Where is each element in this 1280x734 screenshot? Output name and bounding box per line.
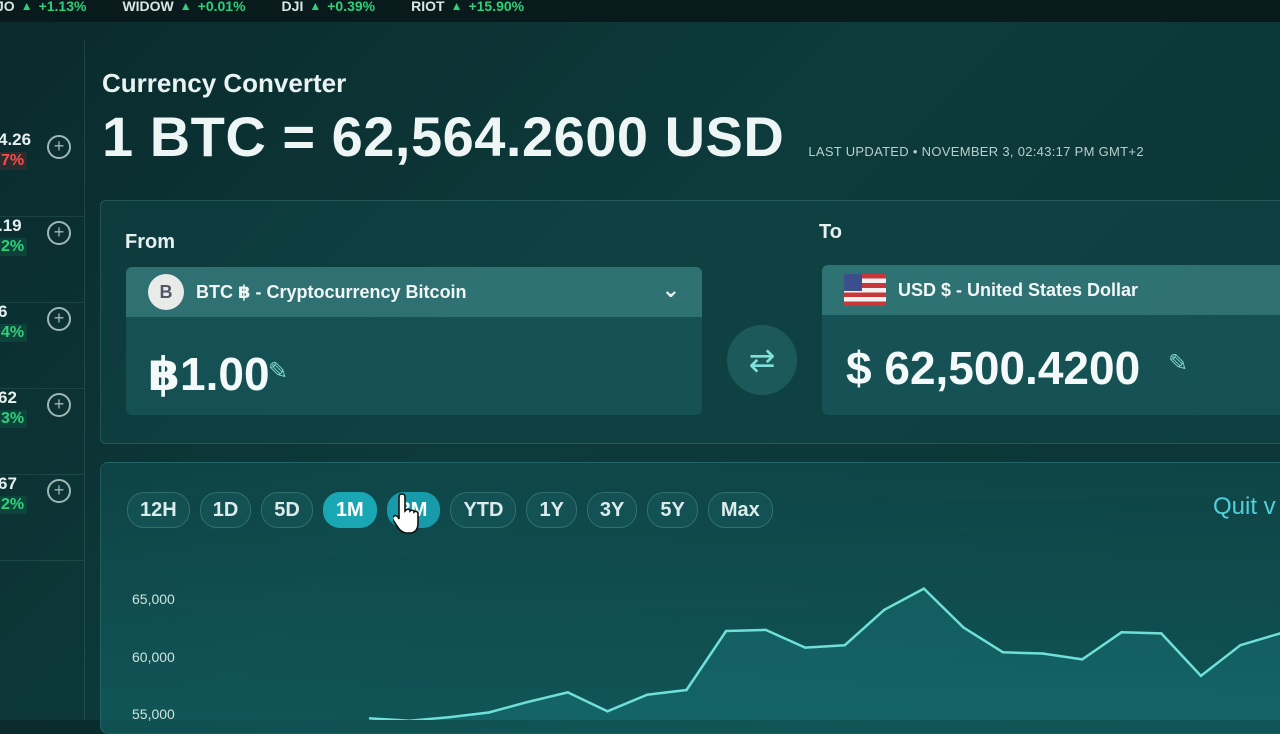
from-amount[interactable]: ฿1.00 bbox=[148, 347, 270, 401]
ticker-symbol: JO bbox=[0, 0, 15, 14]
chevron-down-icon[interactable]: ⌄ bbox=[662, 277, 680, 303]
range-button-1m[interactable]: 1M bbox=[322, 492, 377, 528]
range-selector: 12H 1D 5D 1M 3M YTD 1Y 3Y 5Y Max bbox=[127, 492, 773, 528]
ticker-item[interactable]: DJI ▲ +0.39% bbox=[282, 0, 376, 14]
quit-link[interactable]: Quit v bbox=[1213, 493, 1276, 521]
from-box: B BTC ฿ - Cryptocurrency Bitcoin ⌄ ฿1.00… bbox=[126, 267, 702, 415]
up-arrow-icon: ▲ bbox=[179, 0, 192, 13]
hand-cursor-icon bbox=[393, 493, 419, 534]
range-button-5d[interactable]: 5D bbox=[261, 492, 313, 528]
range-button-1d[interactable]: 1D bbox=[199, 492, 252, 528]
to-amount[interactable]: $ 62,500.4200 bbox=[846, 341, 1140, 395]
watchlist-change: 2% bbox=[0, 238, 28, 256]
watchlist-price: 6 bbox=[0, 302, 8, 321]
watchlist-row[interactable]: .19 2% + bbox=[0, 216, 84, 303]
ticker-change: +0.01% bbox=[197, 0, 246, 14]
watchlist-change: 4% bbox=[0, 324, 28, 342]
converter-card: From To B BTC ฿ - Cryptocurrency Bitcoin… bbox=[100, 200, 1280, 444]
watchlist-price: 67 bbox=[0, 474, 17, 493]
watchlist-price: 4.26 bbox=[0, 130, 32, 149]
chart-line-segment bbox=[1120, 630, 1163, 635]
up-arrow-icon: ▲ bbox=[20, 0, 33, 13]
range-button-ytd[interactable]: YTD bbox=[450, 492, 517, 528]
watchlist-panel: 4.26 7% + .19 2% +6 4% +62 3% +67 2% + bbox=[0, 40, 85, 720]
to-currency-label: USD $ - United States Dollar bbox=[898, 279, 1139, 300]
chart-line-segment bbox=[1001, 651, 1044, 655]
ticker-change: +0.39% bbox=[327, 0, 376, 14]
ticker-item[interactable]: WIDOW ▲ +0.01% bbox=[122, 0, 245, 14]
ticker-symbol: WIDOW bbox=[122, 0, 174, 14]
watchlist-row[interactable]: 67 2% + bbox=[0, 474, 84, 561]
add-circle-icon[interactable]: + bbox=[47, 135, 71, 159]
bitcoin-icon: B bbox=[148, 274, 184, 310]
watchlist-row[interactable]: 62 3% + bbox=[0, 388, 84, 475]
range-button-1y[interactable]: 1Y bbox=[526, 492, 577, 528]
price-chart bbox=[368, 587, 1280, 720]
range-button-5y[interactable]: 5Y bbox=[647, 492, 698, 528]
ticker-item[interactable]: JO ▲ +1.13% bbox=[0, 0, 86, 14]
add-circle-icon[interactable]: + bbox=[47, 393, 71, 417]
rate-summary: 1 BTC = 62,564.2600 USD LAST UPDATED • N… bbox=[102, 104, 1144, 169]
from-currency-label: BTC ฿ - Cryptocurrency Bitcoin bbox=[196, 281, 467, 302]
watchlist-change: 3% bbox=[0, 410, 28, 428]
chart-line-segment bbox=[724, 628, 767, 633]
add-circle-icon[interactable]: + bbox=[47, 479, 71, 503]
from-label: From bbox=[125, 231, 175, 253]
ticker-change: +15.90% bbox=[468, 0, 525, 14]
ticker-symbol: DJI bbox=[281, 0, 304, 14]
last-updated: LAST UPDATED • NOVEMBER 3, 02:43:17 PM G… bbox=[808, 144, 1144, 159]
page-title: Currency Converter bbox=[102, 68, 347, 98]
watchlist-price: .19 bbox=[0, 216, 22, 235]
ticker-item[interactable]: RIOT ▲ +15.90% bbox=[411, 0, 524, 14]
watchlist-row[interactable]: 4.26 7% + bbox=[0, 130, 84, 217]
add-circle-icon[interactable]: + bbox=[47, 307, 71, 331]
swap-button[interactable]: ⇄ bbox=[727, 325, 797, 395]
to-label: To bbox=[819, 221, 842, 243]
swap-arrows-icon: ⇄ bbox=[748, 342, 776, 378]
ticker-change: +1.13% bbox=[38, 0, 87, 14]
up-arrow-icon: ▲ bbox=[450, 0, 463, 13]
up-arrow-icon: ▲ bbox=[309, 0, 322, 13]
range-button-3y[interactable]: 3Y bbox=[586, 492, 638, 528]
us-flag-icon bbox=[844, 274, 886, 306]
watchlist-price: 62 bbox=[0, 388, 17, 407]
exchange-rate: 1 BTC = 62,564.2600 USD bbox=[102, 105, 785, 168]
edit-pencil-icon[interactable]: ✎ bbox=[268, 357, 288, 386]
to-box: USD $ - United States Dollar $ 62,500.42… bbox=[822, 265, 1280, 415]
watchlist-change: 7% bbox=[0, 152, 28, 170]
ticker-symbol: RIOT bbox=[411, 0, 445, 14]
chart-area bbox=[370, 588, 1280, 720]
edit-pencil-icon[interactable]: ✎ bbox=[1168, 349, 1188, 378]
watchlist-change: 2% bbox=[0, 496, 28, 514]
from-currency-select[interactable]: B BTC ฿ - Cryptocurrency Bitcoin ⌄ bbox=[126, 267, 702, 317]
to-currency-select[interactable]: USD $ - United States Dollar bbox=[822, 265, 1280, 315]
range-button-12h[interactable]: 12H bbox=[127, 492, 190, 528]
add-circle-icon[interactable]: + bbox=[47, 221, 71, 245]
watchlist-row[interactable]: 6 4% + bbox=[0, 302, 84, 389]
ticker-bar: JO ▲ +1.13% WIDOW ▲ +0.01% DJI ▲ +0.39% RIOT ▲ +15.… bbox=[0, 0, 1280, 22]
range-button-max[interactable]: Max bbox=[707, 492, 773, 528]
